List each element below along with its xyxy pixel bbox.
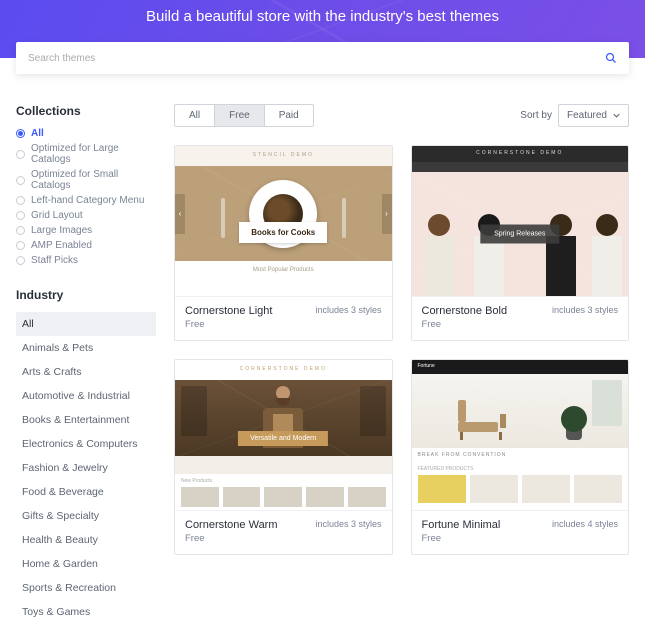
preview-badge: Versatile and Modern <box>238 431 328 446</box>
price-filter-tabs: AllFreePaid <box>174 104 314 127</box>
industry-option[interactable]: Health & Beauty <box>16 528 156 552</box>
industry-option[interactable]: Toys & Games <box>16 600 156 624</box>
theme-card[interactable]: Fortune BREAK FROM CONVENTION FEATURED P… <box>411 359 630 555</box>
radio-icon <box>16 196 25 205</box>
industry-option[interactable]: Automotive & Industrial <box>16 384 156 408</box>
industry-option[interactable]: Arts & Crafts <box>16 360 156 384</box>
radio-icon <box>16 176 25 185</box>
collection-option[interactable]: AMP Enabled <box>16 240 156 251</box>
chevron-right-icon: › <box>382 194 392 234</box>
preview-footer: FEATURED PRODUCTS <box>412 462 629 510</box>
search-input[interactable] <box>28 53 605 64</box>
theme-price: Free <box>185 533 278 544</box>
theme-styles: includes 3 styles <box>315 519 381 529</box>
collection-label: Left-hand Category Menu <box>31 195 144 206</box>
search-icon[interactable] <box>605 52 617 64</box>
preview-header: CORNERSTONE DEMO <box>412 146 629 162</box>
preview-hero: ‹ › Books for Cooks <box>175 166 392 261</box>
collection-option[interactable]: All <box>16 128 156 139</box>
collection-option[interactable]: Left-hand Category Menu <box>16 195 156 206</box>
radio-icon <box>16 150 25 159</box>
theme-name: Cornerstone Warm <box>185 519 278 531</box>
collection-option[interactable]: Optimized for Small Catalogs <box>16 169 156 191</box>
radio-icon <box>16 129 25 138</box>
preview-header: CORNERSTONE DEMO <box>175 360 392 380</box>
preview-footer: New Products <box>175 474 392 510</box>
filter-tab[interactable]: Free <box>215 105 265 126</box>
hero-title: Build a beautiful store with the industr… <box>0 0 645 25</box>
industry-option[interactable]: Books & Entertainment <box>16 408 156 432</box>
preview-strip: BREAK FROM CONVENTION <box>412 448 629 462</box>
theme-card[interactable]: STENCIL DEMO ‹ › Books for Cooks Most Po… <box>174 145 393 341</box>
theme-thumbnail: STENCIL DEMO ‹ › Books for Cooks Most Po… <box>175 146 392 296</box>
preview-hero: Spring Releases <box>412 172 629 296</box>
sort-select[interactable]: Featured <box>558 104 629 127</box>
theme-styles: includes 4 styles <box>552 519 618 529</box>
theme-price: Free <box>422 319 508 330</box>
preview-footer: Most Popular Products <box>175 261 392 296</box>
preview-hero <box>412 374 629 448</box>
industry-option[interactable]: Electronics & Computers <box>16 432 156 456</box>
industry-option[interactable]: Home & Garden <box>16 552 156 576</box>
collection-option[interactable]: Staff Picks <box>16 255 156 266</box>
collection-label: AMP Enabled <box>31 240 92 251</box>
collection-label: Staff Picks <box>31 255 78 266</box>
industry-option[interactable]: Gifts & Specialty <box>16 504 156 528</box>
industry-option[interactable]: All <box>16 312 156 336</box>
theme-styles: includes 3 styles <box>552 305 618 315</box>
industry-option[interactable]: Animals & Pets <box>16 336 156 360</box>
radio-icon <box>16 241 25 250</box>
preview-header: Fortune <box>412 360 629 374</box>
search-box[interactable] <box>16 42 629 74</box>
sidebar: Collections All Optimized for Large Catal… <box>16 104 156 624</box>
industry-heading: Industry <box>16 288 156 302</box>
collection-label: Large Images <box>31 225 92 236</box>
preview-header: STENCIL DEMO <box>175 146 392 166</box>
sort-control: Sort by Featured <box>520 104 629 127</box>
chevron-down-icon <box>613 112 620 119</box>
theme-grid: STENCIL DEMO ‹ › Books for Cooks Most Po… <box>174 145 629 555</box>
collection-label: Grid Layout <box>31 210 83 221</box>
filter-tab[interactable]: All <box>175 105 215 126</box>
radio-icon <box>16 256 25 265</box>
radio-icon <box>16 226 25 235</box>
theme-card[interactable]: CORNERSTONE DEMO Spring Releases Corners… <box>411 145 630 341</box>
theme-name: Fortune Minimal <box>422 519 501 531</box>
industry-option[interactable]: Food & Beverage <box>16 480 156 504</box>
collection-label: All <box>31 128 44 139</box>
chevron-left-icon: ‹ <box>175 194 185 234</box>
preview-badge: Spring Releases <box>480 225 559 244</box>
collection-label: Optimized for Small Catalogs <box>31 169 156 191</box>
theme-thumbnail: CORNERSTONE DEMO Versatile and Modern Ne… <box>175 360 392 510</box>
industry-option[interactable]: Fashion & Jewelry <box>16 456 156 480</box>
industry-list: AllAnimals & PetsArts & CraftsAutomotive… <box>16 312 156 624</box>
collection-option[interactable]: Large Images <box>16 225 156 236</box>
theme-price: Free <box>185 319 272 330</box>
collections-list: All Optimized for Large Catalogs Optimized… <box>16 128 156 266</box>
industry-option[interactable]: Sports & Recreation <box>16 576 156 600</box>
sort-value: Featured <box>567 110 607 121</box>
collection-label: Optimized for Large Catalogs <box>31 143 156 165</box>
preview-badge: Books for Cooks <box>239 222 327 243</box>
collections-heading: Collections <box>16 104 156 118</box>
theme-thumbnail: CORNERSTONE DEMO Spring Releases <box>412 146 629 296</box>
sort-label: Sort by <box>520 110 552 121</box>
radio-icon <box>16 211 25 220</box>
theme-card[interactable]: CORNERSTONE DEMO Versatile and Modern Ne… <box>174 359 393 555</box>
collection-option[interactable]: Grid Layout <box>16 210 156 221</box>
filter-tab[interactable]: Paid <box>265 105 313 126</box>
theme-name: Cornerstone Light <box>185 305 272 317</box>
theme-thumbnail: Fortune BREAK FROM CONVENTION FEATURED P… <box>412 360 629 510</box>
theme-styles: includes 3 styles <box>315 305 381 315</box>
main-content: AllFreePaid Sort by Featured STENCIL DEM… <box>174 104 629 624</box>
theme-price: Free <box>422 533 501 544</box>
collection-option[interactable]: Optimized for Large Catalogs <box>16 143 156 165</box>
theme-name: Cornerstone Bold <box>422 305 508 317</box>
controls-bar: AllFreePaid Sort by Featured <box>174 104 629 127</box>
preview-hero: Versatile and Modern <box>175 380 392 456</box>
